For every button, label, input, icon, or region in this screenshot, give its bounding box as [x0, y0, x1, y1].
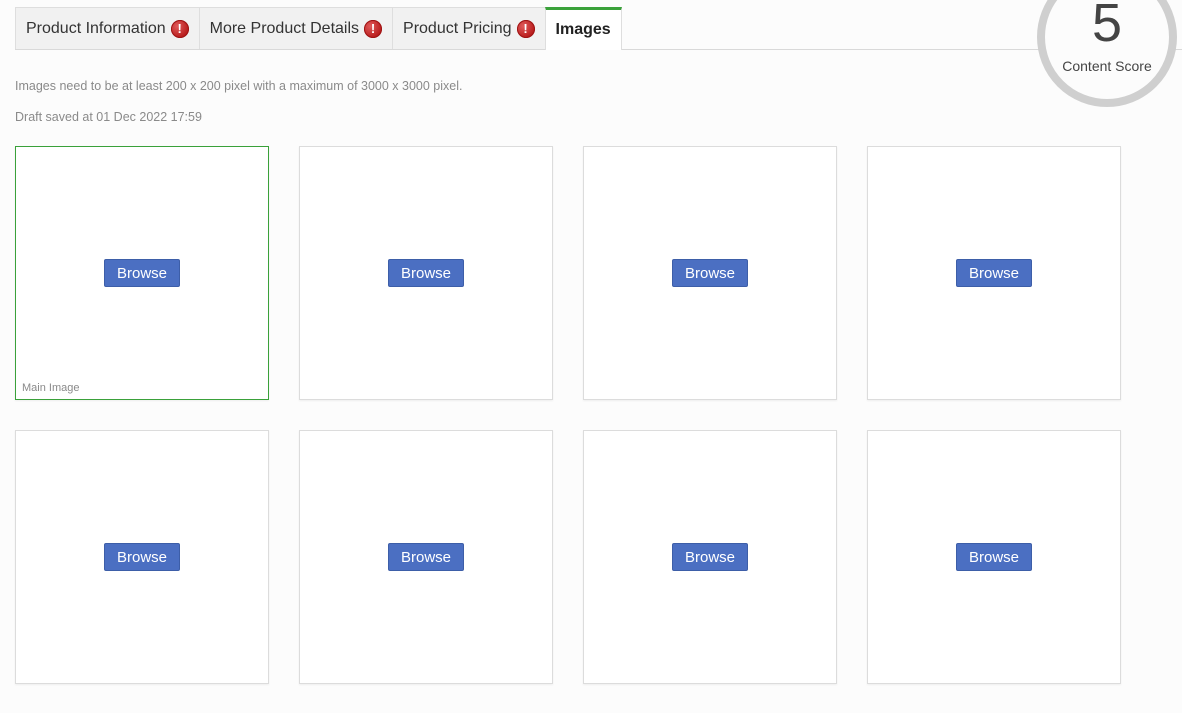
tab-more-product-details[interactable]: More Product Details ! [198, 7, 394, 49]
warning-icon: ! [516, 19, 535, 38]
tab-label: Images [555, 21, 611, 38]
warning-icon: ! [170, 19, 189, 38]
image-slot: Browse [299, 430, 553, 684]
browse-button[interactable]: Browse [388, 543, 464, 571]
browse-button[interactable]: Browse [104, 543, 180, 571]
content-score-value: 5 [1091, 0, 1123, 53]
tab-product-pricing[interactable]: Product Pricing ! [392, 7, 546, 49]
main-image-caption: Main Image [22, 382, 80, 394]
image-requirements-text: Images need to be at least 200 x 200 pix… [15, 79, 463, 93]
images-page: Product Information ! More Product Detai… [0, 0, 1182, 713]
image-slot: Browse [583, 430, 837, 684]
image-slot: Browse [15, 430, 269, 684]
tab-product-information[interactable]: Product Information ! [15, 7, 200, 49]
browse-button[interactable]: Browse [672, 259, 748, 287]
content-score-label: Content Score [1062, 58, 1152, 74]
browse-button[interactable]: Browse [956, 259, 1032, 287]
tab-label: Product Information [26, 19, 166, 37]
tab-label: Product Pricing [403, 19, 512, 37]
tab-label: More Product Details [209, 19, 360, 37]
browse-button[interactable]: Browse [672, 543, 748, 571]
browse-button[interactable]: Browse [388, 259, 464, 287]
browse-button[interactable]: Browse [104, 259, 180, 287]
browse-button[interactable]: Browse [956, 543, 1032, 571]
warning-icon: ! [364, 19, 383, 38]
content-score-gauge: 5 Content Score [1037, 0, 1177, 107]
draft-saved-status: Draft saved at 01 Dec 2022 17:59 [15, 110, 202, 124]
image-slot: Browse [583, 146, 837, 400]
tab-bar: Product Information ! More Product Detai… [15, 7, 622, 50]
image-slot: Browse [867, 146, 1121, 400]
tab-images[interactable]: Images [544, 7, 622, 50]
image-slot: Browse [867, 430, 1121, 684]
image-slot-main: Browse Main Image [15, 146, 269, 400]
image-slot: Browse [299, 146, 553, 400]
